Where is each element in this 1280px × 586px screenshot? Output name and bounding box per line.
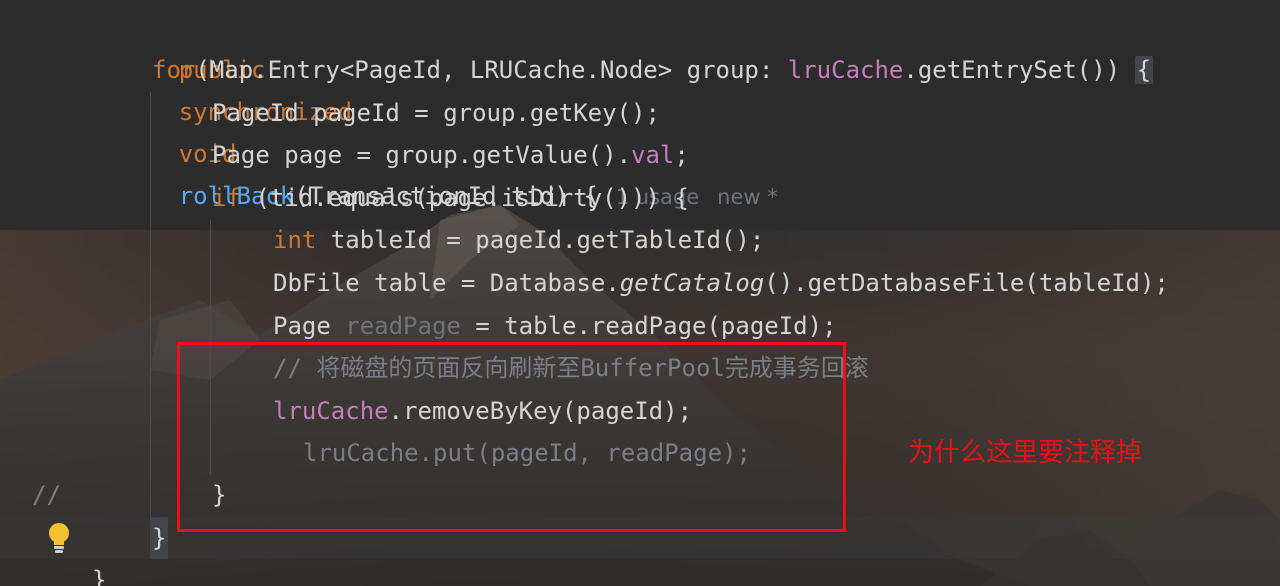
page-statement-end: ; — [674, 141, 689, 169]
matched-brace: { — [1134, 56, 1154, 84]
lightbulb-icon[interactable] — [46, 521, 72, 555]
code-line-close-if[interactable]: } — [0, 474, 226, 516]
highlight-box — [177, 342, 846, 532]
annotation-question: 为什么这里要注释掉 — [908, 438, 1143, 468]
code-line-if[interactable]: if (tid.equals(page.isDirty())) { — [0, 177, 689, 219]
keyword-for: for — [152, 56, 196, 84]
code-line-close-method[interactable]: } — [0, 559, 106, 586]
keyword-int: int — [273, 226, 317, 254]
code-line-remove[interactable]: lruCache.removeByKey(pageId); — [0, 390, 692, 432]
if-condition: (tid.equals(page.isDirty())) { — [240, 184, 689, 212]
closing-brace-method: } — [92, 566, 107, 586]
dbfile-statement-start: DbFile table = Database. — [273, 269, 620, 297]
dbfile-statement-end: ().getDatabaseFile(tableId); — [764, 269, 1169, 297]
code-line-dbfile[interactable]: DbFile table = Database.getCatalog().get… — [0, 262, 1169, 304]
code-line-page[interactable]: Page page = group.getValue().val; — [0, 134, 689, 176]
pageid-statement: PageId pageId = group.getKey(); — [212, 99, 660, 127]
code-line-readpage[interactable]: Page readPage = table.readPage(pageId); — [0, 305, 837, 347]
static-method-getcatalog: getCatalog — [619, 269, 765, 297]
code-line-pageid[interactable]: PageId pageId = group.getKey(); — [0, 92, 660, 134]
readpage-statement-end: = table.readPage(pageId); — [460, 312, 837, 340]
closing-brace-for: } — [150, 517, 169, 559]
code-line-signature[interactable]: public synchronized void rollBack(Transa… — [0, 7, 778, 210]
keyword-if: if — [212, 184, 241, 212]
code-editor[interactable]: public synchronized void rollBack(Transa… — [0, 0, 1280, 586]
field-val: val — [631, 141, 675, 169]
readpage-type: Page — [273, 312, 346, 340]
page-statement-start: Page page = group.getValue(). — [212, 141, 632, 169]
tableid-statement: tableId = pageId.getTableId(); — [316, 226, 765, 254]
code-line-for[interactable]: for(Map.Entry<PageId, LRUCache.Node> gro… — [0, 49, 1154, 91]
unused-variable-readpage: readPage — [345, 312, 461, 340]
for-tail: .getEntrySet()) — [903, 56, 1135, 84]
author-hint[interactable]: new * — [717, 185, 778, 209]
code-line-tableid[interactable]: int tableId = pageId.getTableId(); — [0, 219, 764, 261]
for-head: (Map.Entry<PageId, LRUCache.Node> group: — [195, 56, 788, 84]
field-lrucache: lruCache — [787, 56, 904, 84]
code-line-comment[interactable]: // 将磁盘的页面反向刷新至BufferPool完成事务回滚 — [0, 347, 869, 389]
